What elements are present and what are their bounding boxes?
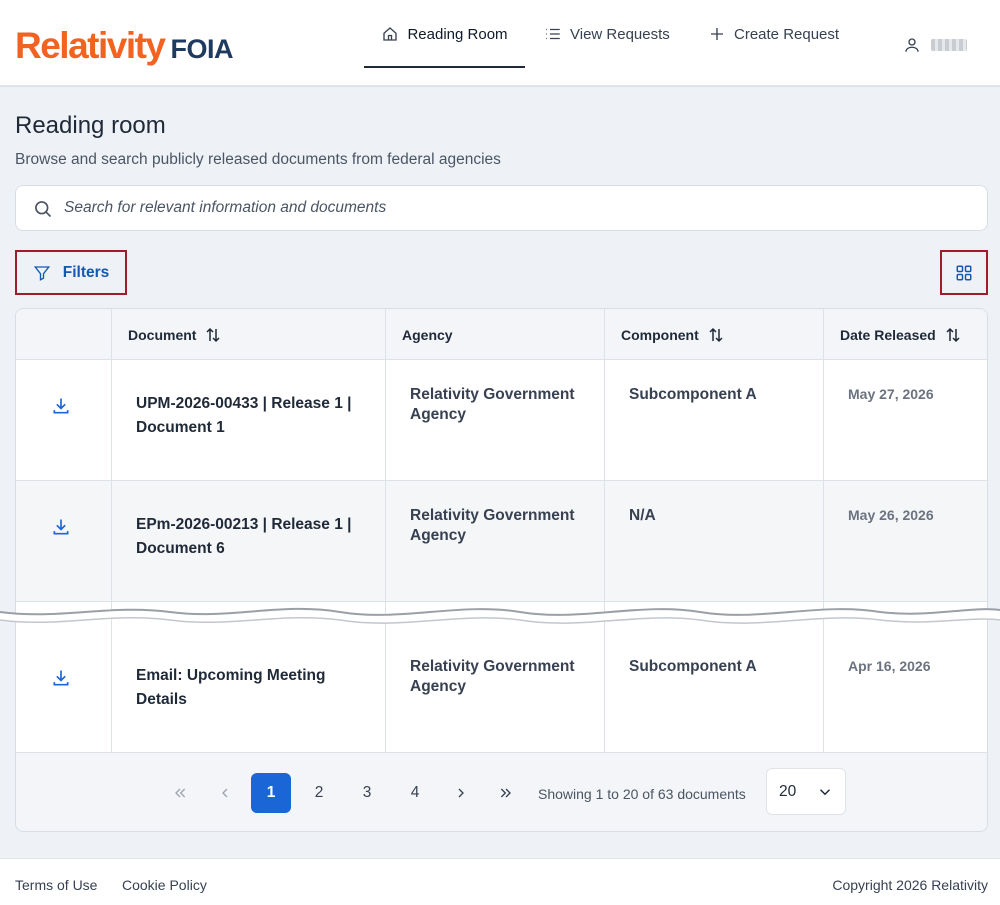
next-page-button[interactable] (446, 773, 476, 813)
terms-of-use-link[interactable]: Terms of Use (15, 877, 97, 893)
previous-page-button[interactable] (210, 773, 240, 813)
document-name-line: EPm-2026-00213 | Release 1 | (136, 516, 352, 533)
nav-create-request-label: Create Request (734, 25, 840, 43)
agency-cell: Relativity Government Agency (410, 506, 610, 546)
document-name[interactable]: Email: Upcoming Meeting Details (136, 664, 376, 712)
home-icon (383, 27, 398, 41)
list-icon (546, 28, 560, 40)
first-page-button[interactable] (165, 773, 195, 813)
last-page-button[interactable] (491, 773, 521, 813)
component-cell: Subcomponent A (629, 386, 757, 403)
column-header-document[interactable]: Document (128, 309, 222, 360)
nav-reading-room[interactable]: Reading Room (364, 0, 525, 68)
download-icon[interactable] (51, 517, 71, 537)
logo-main-text: Relativity (15, 25, 166, 66)
chevron-left-icon (222, 788, 228, 798)
page-title: Reading room (15, 112, 166, 139)
column-header-date-released[interactable]: Date Released (840, 309, 962, 360)
logo-sub-text: FOIA (170, 34, 234, 64)
table-row: UPM-2026-00433 | Release 1 | Document 1 … (16, 360, 987, 481)
torn-edge-divider (0, 607, 1000, 624)
agency-cell: Relativity Government Agency (410, 385, 610, 425)
column-header-component[interactable]: Component (621, 309, 725, 360)
chevron-right-icon (458, 788, 464, 798)
documents-table: Document Agency Component Date Released … (15, 308, 988, 832)
search-input[interactable] (64, 186, 964, 230)
column-divider (823, 309, 824, 753)
page-size-select[interactable]: 20 (766, 768, 846, 815)
agency-line: Relativity Government (410, 386, 575, 403)
grid-view-toggle[interactable] (940, 250, 988, 295)
search-icon (35, 201, 52, 218)
copyright-text: Copyright 2026 Relativity (832, 877, 988, 893)
nav-view-requests-label: View Requests (570, 25, 670, 43)
component-cell: N/A (629, 507, 656, 524)
filters-label: Filters (62, 263, 110, 281)
column-header-label: Document (128, 326, 197, 343)
column-header-agency: Agency (402, 309, 453, 360)
table-row: EPm-2026-00213 | Release 1 | Document 6 … (16, 481, 987, 602)
filters-button[interactable]: Filters (15, 250, 127, 295)
nav-view-requests[interactable]: View Requests (544, 0, 670, 68)
double-chevron-left-icon (175, 788, 186, 798)
cookie-policy-link[interactable]: Cookie Policy (122, 877, 207, 893)
relativity-foia-logo[interactable]: Relativity FOIA (15, 25, 234, 67)
active-nav-underline (364, 66, 525, 68)
page-button-1[interactable]: 1 (251, 773, 291, 813)
user-icon (905, 38, 919, 52)
column-header-label: Component (621, 326, 699, 343)
agency-line: Agency (410, 678, 466, 695)
chevron-down-icon (820, 788, 831, 795)
column-divider (111, 309, 112, 753)
document-name[interactable]: EPm-2026-00213 | Release 1 | Document 6 (136, 513, 376, 561)
table-header: Document Agency Component Date Released (16, 309, 987, 360)
page-footer: Terms of Use Cookie Policy Copyright 202… (0, 858, 1000, 905)
document-name[interactable]: UPM-2026-00433 | Release 1 | Document 1 (136, 392, 376, 440)
agency-line: Relativity Government (410, 507, 575, 524)
download-icon[interactable] (51, 668, 71, 688)
double-chevron-right-icon (500, 788, 511, 798)
document-name-line: Document 1 (136, 419, 225, 436)
document-name-line: UPM-2026-00433 | Release 1 | (136, 395, 352, 412)
results-count: Showing 1 to 20 of 63 documents (538, 786, 746, 802)
document-name-line: Document 6 (136, 540, 225, 557)
sort-icon (709, 327, 723, 342)
column-header-label: Agency (402, 326, 453, 343)
date-released-cell: Apr 16, 2026 (848, 658, 931, 674)
page-button-4[interactable]: 4 (395, 773, 435, 813)
column-divider (604, 309, 605, 753)
agency-cell: Relativity Government Agency (410, 657, 610, 697)
sort-icon (946, 327, 960, 342)
nav-reading-room-label: Reading Room (407, 25, 508, 43)
date-released-cell: May 27, 2026 (848, 386, 934, 402)
page-subtitle: Browse and search publicly released docu… (15, 151, 501, 168)
grid-view-icon (956, 265, 972, 280)
date-released-cell: May 26, 2026 (848, 507, 934, 523)
pagination: 1 2 3 4 Showing 1 to 20 of 63 documents … (16, 753, 987, 831)
column-divider (385, 309, 386, 753)
column-header-label: Date Released (840, 326, 936, 343)
agency-line: Agency (410, 406, 466, 423)
document-name-line: Email: Upcoming Meeting (136, 667, 326, 684)
page-button-3[interactable]: 3 (347, 773, 387, 813)
app-header: Relativity FOIA Reading Room View Reques… (0, 0, 1000, 87)
user-menu[interactable] (903, 36, 967, 54)
component-cell: Subcomponent A (629, 658, 757, 675)
document-name-line: Details (136, 691, 187, 708)
agency-line: Relativity Government (410, 658, 575, 675)
agency-line: Agency (410, 527, 466, 544)
user-name-redacted (931, 39, 967, 51)
page-button-2[interactable]: 2 (299, 773, 339, 813)
filter-icon (33, 265, 50, 281)
search-bar (15, 185, 988, 231)
plus-icon (711, 28, 723, 40)
download-icon[interactable] (51, 396, 71, 416)
sort-icon (206, 327, 220, 342)
nav-create-request[interactable]: Create Request (708, 0, 839, 68)
page-size-value: 20 (779, 782, 797, 800)
